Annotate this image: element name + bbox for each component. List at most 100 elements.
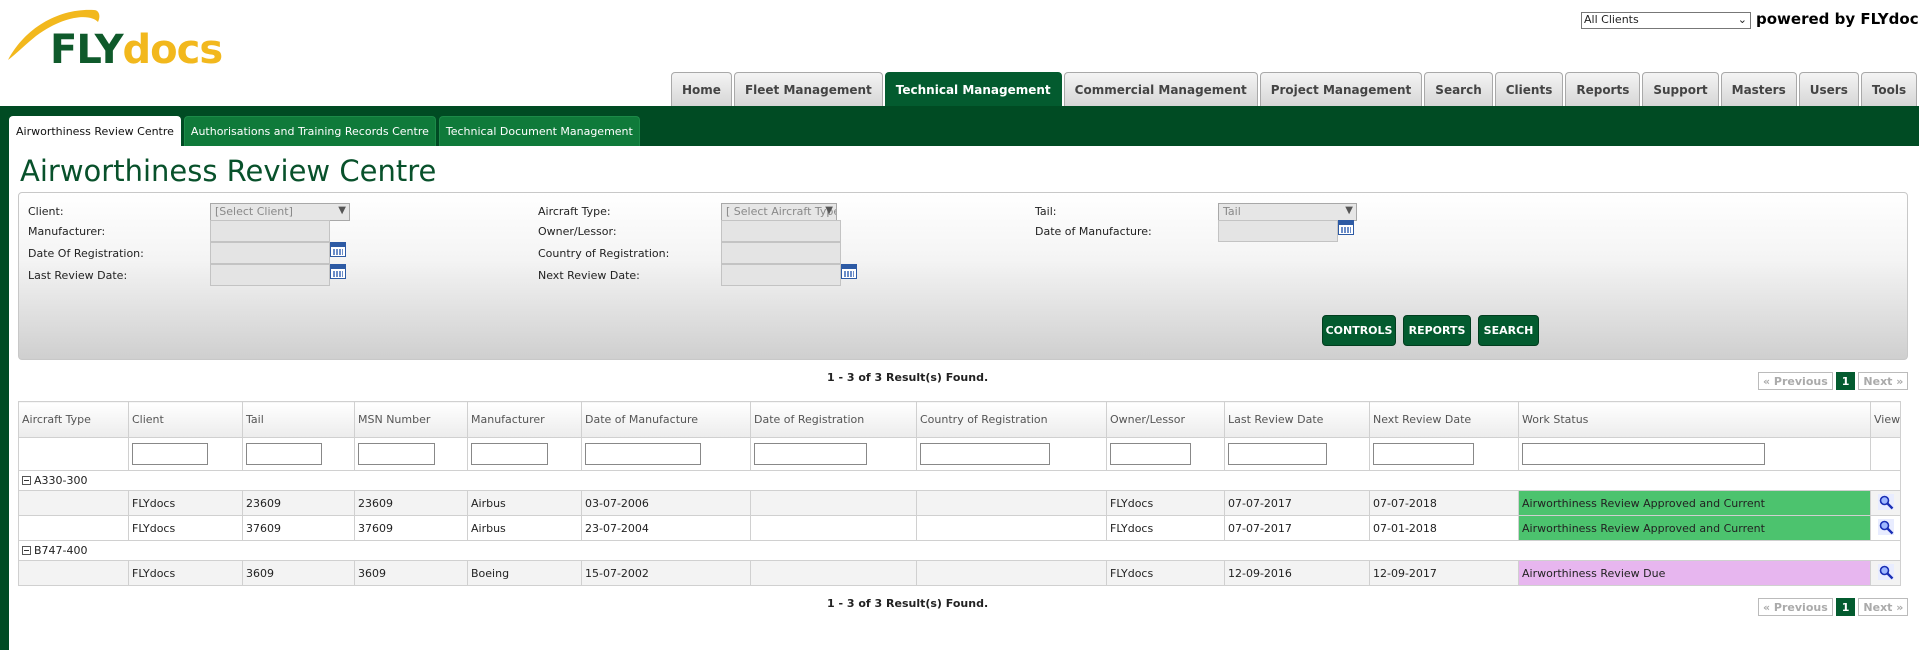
cell-last-review: 12-09-2016 <box>1224 560 1370 586</box>
date-of-registration-field[interactable] <box>210 242 330 264</box>
column-header[interactable]: Next Review Date <box>1369 401 1519 438</box>
next-review-date-field[interactable] <box>721 264 841 286</box>
table-row[interactable]: FLYdocs 23609 23609 Airbus 03-07-2006 FLYdocs… <box>18 490 1901 516</box>
calendar-icon[interactable] <box>330 264 346 279</box>
manufacturer-field[interactable] <box>210 220 330 242</box>
sub-tabs: Airworthiness Review Centre Authorisation… <box>9 116 640 146</box>
column-header[interactable]: Aircraft Type <box>18 401 129 438</box>
filter-panel: Client: [Select Client] ▼ Manufacturer: D… <box>18 192 1908 360</box>
controls-button[interactable]: CONTROLS <box>1322 315 1396 346</box>
column-filter-input[interactable] <box>1228 443 1327 465</box>
cell-country <box>916 490 1107 516</box>
view-magnifier-icon[interactable] <box>1877 518 1894 535</box>
cell-client: FLYdocs <box>128 515 243 541</box>
client-scope-select[interactable]: All Clients ⌄ <box>1581 12 1751 29</box>
page-title: Airworthiness Review Centre <box>20 154 437 188</box>
calendar-icon[interactable] <box>841 264 857 279</box>
next-page-button[interactable]: Next » <box>1858 598 1909 616</box>
flydocs-logo[interactable]: FLYdocs <box>6 6 223 74</box>
view-magnifier-icon[interactable] <box>1877 563 1894 580</box>
aircraft-type-label: Aircraft Type: <box>538 205 611 218</box>
nav-tab-reports[interactable]: Reports <box>1565 72 1641 106</box>
table-filter-row <box>18 437 1901 471</box>
cell-tail: 23609 <box>242 490 355 516</box>
last-review-date-field[interactable] <box>210 264 330 286</box>
nav-tab-fleet-management[interactable]: Fleet Management <box>733 72 883 106</box>
pager-top: « Previous 1 Next » <box>1758 372 1909 390</box>
country-of-registration-field[interactable] <box>721 242 841 264</box>
nav-tab-commercial-management[interactable]: Commercial Management <box>1063 72 1258 106</box>
chevron-down-icon: ▼ <box>1345 205 1353 216</box>
cell-dor <box>750 560 917 586</box>
column-filter-input[interactable] <box>246 443 322 465</box>
reports-button[interactable]: REPORTS <box>1403 315 1471 346</box>
page-number-button[interactable]: 1 <box>1835 372 1856 390</box>
nav-tab-search[interactable]: Search <box>1424 72 1493 106</box>
cell-manufacturer: Airbus <box>467 490 582 516</box>
column-header[interactable]: Last Review Date <box>1224 401 1370 438</box>
column-header[interactable]: Tail <box>242 401 355 438</box>
nav-tab-home[interactable]: Home <box>671 72 732 106</box>
aircraft-type-select[interactable]: [ Select Aircraft Type ] ▼ <box>721 203 837 221</box>
next-page-button[interactable]: Next » <box>1858 372 1909 390</box>
table-row[interactable]: FLYdocs 37609 37609 Airbus 23-07-2004 FLYdocs… <box>18 515 1901 541</box>
column-header[interactable]: Country of Registration <box>916 401 1107 438</box>
column-filter-input[interactable] <box>358 443 435 465</box>
page-number-button[interactable]: 1 <box>1835 598 1856 616</box>
column-filter-input[interactable] <box>585 443 701 465</box>
column-filter-input[interactable] <box>920 443 1050 465</box>
pager-bottom: « Previous 1 Next » <box>1758 598 1909 616</box>
search-button[interactable]: SEARCH <box>1478 315 1539 346</box>
cell-next-review: 07-01-2018 <box>1369 515 1519 541</box>
cell-owner: FLYdocs <box>1106 560 1225 586</box>
nav-tab-support[interactable]: Support <box>1642 72 1719 106</box>
cell-last-review: 07-07-2017 <box>1224 515 1370 541</box>
tail-select[interactable]: Tail ▼ <box>1218 203 1357 221</box>
cell-tail: 3609 <box>242 560 355 586</box>
column-header[interactable]: Owner/Lessor <box>1106 401 1225 438</box>
column-header[interactable]: Date of Manufacture <box>581 401 751 438</box>
cell-dor <box>750 515 917 541</box>
column-header[interactable]: Manufacturer <box>467 401 582 438</box>
column-header[interactable]: MSN Number <box>354 401 468 438</box>
nav-tab-project-management[interactable]: Project Management <box>1259 72 1423 106</box>
column-header[interactable]: View <box>1870 401 1901 438</box>
collapse-minus-icon[interactable] <box>22 476 31 485</box>
nav-tab-technical-management[interactable]: Technical Management <box>884 72 1062 106</box>
subtab-authorisations-and-training-records-centre[interactable]: Authorisations and Training Records Cent… <box>183 116 436 146</box>
results-count-top: 1 - 3 of 3 Result(s) Found. <box>827 371 989 384</box>
content-panel: Airworthiness Review Centre Client: [Sel… <box>9 146 1919 650</box>
column-header[interactable]: Work Status <box>1518 401 1871 438</box>
date-of-manufacture-field[interactable] <box>1218 220 1338 242</box>
column-filter-input[interactable] <box>1522 443 1765 465</box>
nav-tab-users[interactable]: Users <box>1798 72 1859 106</box>
column-filter-input[interactable] <box>132 443 208 465</box>
previous-page-button[interactable]: « Previous <box>1758 598 1833 616</box>
table-row[interactable]: FLYdocs 3609 3609 Boeing 15-07-2002 FLYdocs 12… <box>18 560 1901 586</box>
calendar-icon[interactable] <box>1338 220 1354 235</box>
column-header[interactable]: Client <box>128 401 243 438</box>
view-magnifier-icon[interactable] <box>1877 493 1894 510</box>
nav-tab-tools[interactable]: Tools <box>1860 72 1918 106</box>
column-filter-input[interactable] <box>1110 443 1191 465</box>
chevron-down-icon: ⌄ <box>1737 13 1747 26</box>
column-header[interactable]: Date of Registration <box>750 401 917 438</box>
column-filter-input[interactable] <box>471 443 548 465</box>
subtab-technical-document-management[interactable]: Technical Document Management <box>438 116 640 146</box>
column-filter-input[interactable] <box>754 443 867 465</box>
cell-client: FLYdocs <box>128 490 243 516</box>
column-filter-input[interactable] <box>1373 443 1474 465</box>
nav-tab-masters[interactable]: Masters <box>1720 72 1797 106</box>
subtab-airworthiness-review-centre[interactable]: Airworthiness Review Centre <box>9 116 181 146</box>
cell-tail: 37609 <box>242 515 355 541</box>
previous-page-button[interactable]: « Previous <box>1758 372 1833 390</box>
calendar-icon[interactable] <box>330 242 346 257</box>
group-name: A330-300 <box>34 474 88 487</box>
collapse-minus-icon[interactable] <box>22 546 31 555</box>
client-select[interactable]: [Select Client] ▼ <box>210 203 350 221</box>
cell-next-review: 07-07-2018 <box>1369 490 1519 516</box>
owner-lessor-field[interactable] <box>721 220 841 242</box>
nav-tab-clients[interactable]: Clients <box>1494 72 1564 106</box>
chevron-down-icon: ▼ <box>338 205 346 216</box>
group-row: A330-300 <box>18 470 1901 491</box>
